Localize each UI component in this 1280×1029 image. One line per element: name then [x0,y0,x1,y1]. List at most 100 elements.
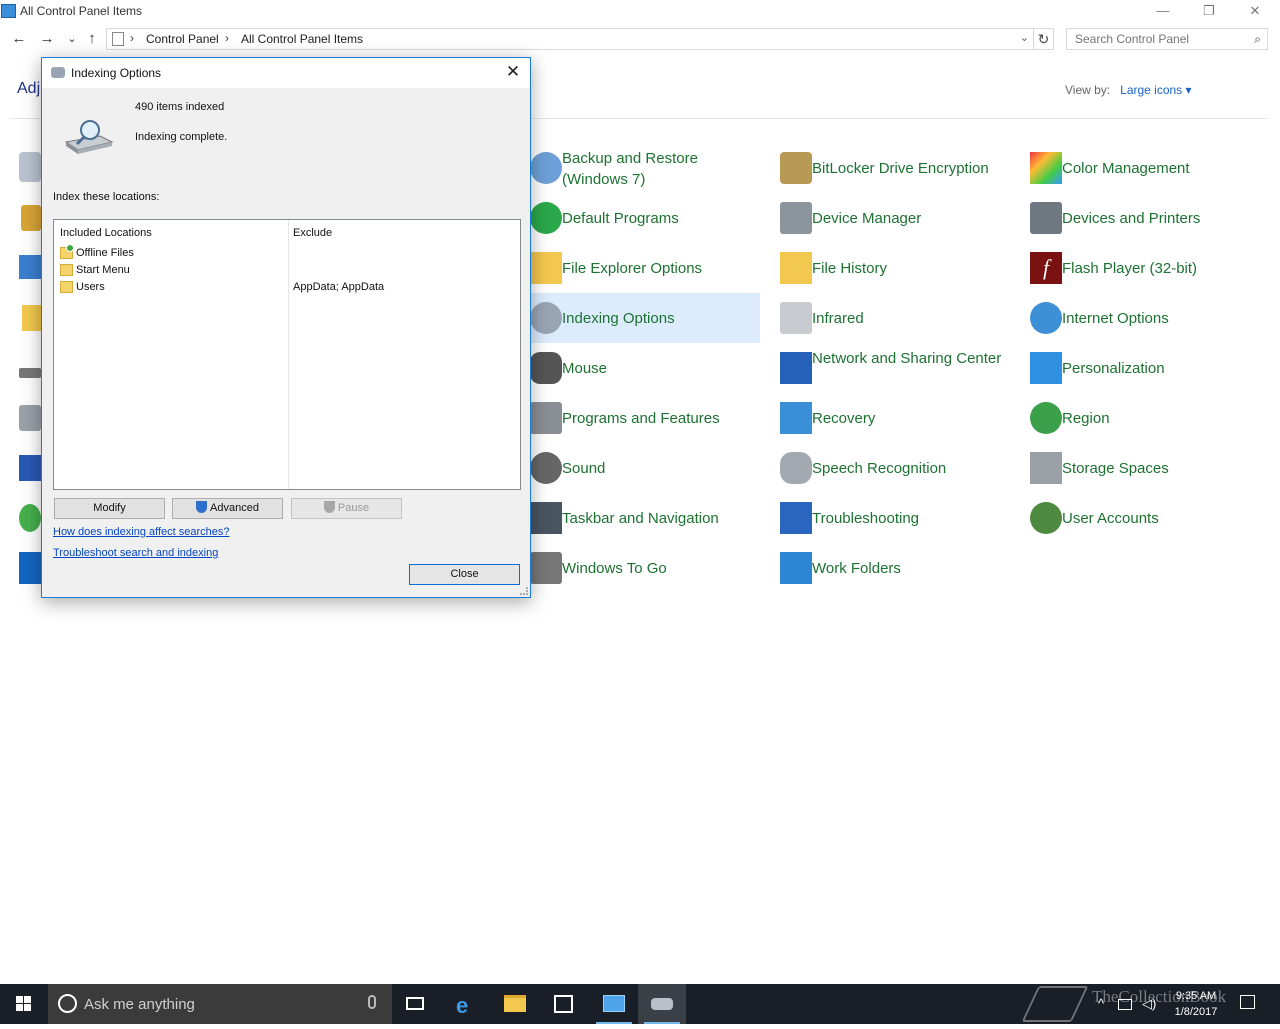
address-dropdown-icon[interactable]: ⌄ [1020,31,1029,44]
exclude-header[interactable]: Exclude [293,227,332,239]
cp-item-default-programs[interactable]: Default Programs [520,193,760,243]
cp-item-speech-recognition[interactable]: Speech Recognition [770,443,1010,493]
taskbar: Ask me anything e TheCollectionBook ^ ◁)… [0,984,1280,1024]
cp-item-taskbar-navigation[interactable]: Taskbar and Navigation [520,493,760,543]
store-icon[interactable] [540,984,588,1024]
cp-item-user-accounts[interactable]: User Accounts [1020,493,1260,543]
modify-button[interactable]: Modify [54,498,165,519]
folder-icon [60,281,73,293]
cp-item-devices-printers[interactable]: Devices and Printers [1020,193,1260,243]
up-button[interactable]: ↑ [82,30,102,48]
cp-item-sound[interactable]: Sound [520,443,760,493]
tray-chevron-icon[interactable]: ^ [1098,996,1104,1011]
indexing-options-dialog[interactable]: Indexing Options ✕ 490 items indexed Ind… [41,57,531,598]
cp-item-label: Region [1062,410,1110,427]
indexing-options-taskbar-icon[interactable] [638,984,686,1024]
cp-item-indexing-options[interactable]: Indexing Options [520,293,760,343]
cp-item-label: Mouse [562,360,608,377]
infrared-icon [780,302,812,334]
troubleshooting-icon [780,502,812,534]
cp-item-label: Storage Spaces [1062,460,1169,477]
cp-item-label: Infrared [812,310,864,327]
cp-item-programs-features[interactable]: Programs and Features [520,393,760,443]
color-management-icon [1030,152,1062,184]
volume-icon[interactable]: ◁) [1142,996,1156,1012]
cp-item-storage-spaces[interactable]: Storage Spaces [1020,443,1260,493]
restore-button[interactable]: ❐ [1186,0,1232,24]
file-history-icon [780,252,812,284]
file-explorer-options-icon [530,252,562,284]
hidden-item-icon [21,205,41,231]
breadcrumb-separator: › [130,31,134,45]
search-box[interactable]: ⌕ [1066,28,1268,50]
cp-item-backup-restore[interactable]: Backup and Restore (Windows 7) [520,143,760,193]
edge-icon[interactable]: e [443,984,491,1024]
back-button[interactable]: ← [9,30,29,48]
cp-item-bitlocker[interactable]: BitLocker Drive Encryption [770,143,1010,193]
file-explorer-icon[interactable] [491,984,539,1024]
cp-item-work-folders[interactable]: Work Folders [770,543,1010,593]
clock[interactable]: 9:35 AM 1/8/2017 [1168,988,1224,1020]
location-name: Users [76,281,105,293]
work-folders-icon [780,552,812,584]
hidden-item-icon [19,405,41,431]
cp-item-troubleshooting[interactable]: Troubleshooting [770,493,1010,543]
view-by-dropdown[interactable]: Large icons ▾ [1120,83,1191,97]
cp-item-file-history[interactable]: File History [770,243,1010,293]
sound-icon [530,452,562,484]
microphone-icon[interactable] [368,995,376,1009]
cp-item-network-sharing[interactable]: Network and Sharing Center [770,343,1010,393]
link-troubleshoot-search[interactable]: Troubleshoot search and indexing [53,547,218,559]
address-bar[interactable]: › Control Panel › All Control Panel Item… [106,28,1034,50]
locations-list[interactable]: Included Locations Exclude Offline Files… [53,219,521,490]
pause-label: Pause [337,502,370,514]
resize-grip-icon[interactable] [520,587,528,595]
location-row-offline-files[interactable]: Offline Files [60,244,520,262]
control-panel-taskbar-icon[interactable] [590,984,638,1024]
cp-item-personalization[interactable]: Personalization [1020,343,1260,393]
storage-spaces-icon [1030,452,1062,484]
location-row-users[interactable]: Users AppData; AppData [60,279,520,296]
dialog-close-button[interactable]: Close [409,564,520,585]
cp-item-windows-to-go[interactable]: Windows To Go [520,543,760,593]
cp-item-flash-player[interactable]: f Flash Player (32-bit) [1020,243,1260,293]
cortana-search-box[interactable]: Ask me anything [48,984,392,1024]
cp-item-region[interactable]: Region [1020,393,1260,443]
cp-item-label: Taskbar and Navigation [562,510,719,527]
action-center-icon[interactable] [1240,995,1255,1009]
link-indexing-affect-searches[interactable]: How does indexing affect searches? [53,526,230,538]
bitlocker-icon [780,152,812,184]
advanced-button[interactable]: Advanced [172,498,283,519]
cp-item-file-explorer-options[interactable]: File Explorer Options [520,243,760,293]
included-locations-header[interactable]: Included Locations [60,227,152,239]
items-indexed-count: 490 items indexed [135,101,225,113]
cp-item-infrared[interactable]: Infrared [770,293,1010,343]
pause-button[interactable]: Pause [291,498,402,519]
cp-item-label: Default Programs [562,210,679,227]
location-row-start-menu[interactable]: Start Menu [60,262,520,279]
forward-button[interactable]: → [37,30,57,48]
start-button[interactable] [0,984,48,1024]
network-icon[interactable] [1118,999,1132,1010]
close-window-button[interactable]: ✕ [1232,0,1278,24]
recent-locations-button[interactable]: ⌄ [62,30,82,48]
cp-item-label: File History [812,260,888,277]
minimize-button[interactable]: — [1140,0,1186,24]
folder-icon [60,264,73,276]
breadcrumb-control-panel[interactable]: Control Panel [146,32,219,46]
search-input[interactable] [1067,29,1247,49]
book-watermark-icon [1021,986,1089,1022]
refresh-button[interactable]: ↻ [1034,28,1054,50]
search-icon[interactable]: ⌕ [1254,32,1261,47]
breadcrumb-all-items[interactable]: All Control Panel Items [241,32,363,46]
cp-item-recovery[interactable]: Recovery [770,393,1010,443]
cp-item-color-management[interactable]: Color Management [1020,143,1260,193]
dialog-titlebar[interactable]: Indexing Options ✕ [42,58,530,88]
cp-item-label: Network and Sharing Center [812,350,1002,367]
cp-item-mouse[interactable]: Mouse [520,343,760,393]
cp-item-internet-options[interactable]: Internet Options [1020,293,1260,343]
cp-item-device-manager[interactable]: Device Manager [770,193,1010,243]
cp-item-label: Personalization [1062,360,1165,377]
task-view-icon[interactable] [392,984,440,1024]
dialog-close-icon[interactable]: ✕ [502,61,524,83]
